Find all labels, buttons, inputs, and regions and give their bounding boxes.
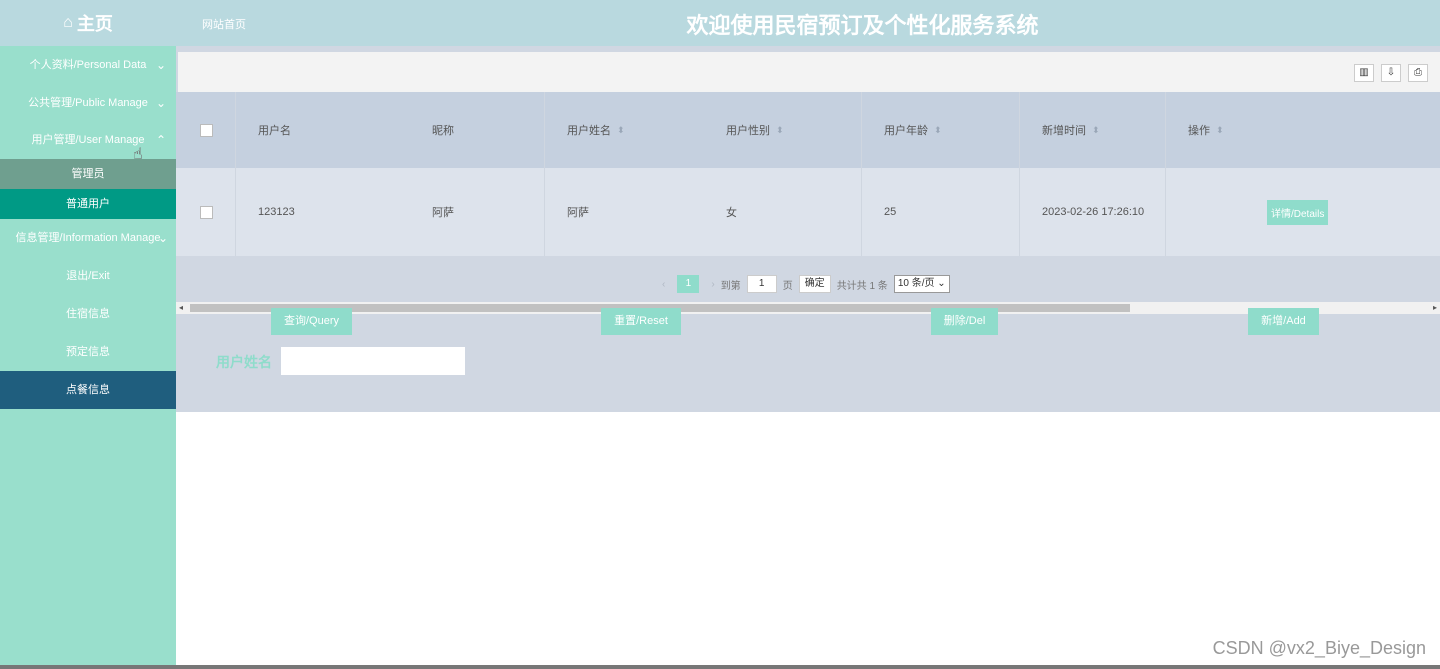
column-header-realname[interactable]: 用户姓名 ⬍ (567, 92, 625, 168)
column-divider (544, 92, 545, 256)
column-header-gender[interactable]: 用户性别 ⬍ (726, 92, 784, 168)
column-divider (1165, 92, 1166, 256)
search-input-realname[interactable] (281, 347, 465, 375)
page-size-select[interactable]: 10 条/页 ⌄ (893, 275, 950, 293)
chevron-down-icon: ⌄ (155, 96, 166, 110)
column-header-actions[interactable]: 操作 ⬍ (1188, 92, 1224, 168)
sidebar: 个人资料/Personal Data ⌄ 公共管理/Public Manage … (0, 46, 176, 669)
chevron-up-icon: ⌃ (155, 133, 166, 147)
table-header: 用户名 昵称 用户姓名 ⬍ 用户性别 ⬍ 用户年龄 ⬍ 新增时间 ⬍ 操作 ⬍ (176, 92, 1440, 168)
add-button[interactable]: 新增/Add (1248, 308, 1319, 335)
cell-username: 123123 (258, 206, 295, 218)
cell-actions: 详情/Details (1267, 168, 1329, 256)
sidebar-item-label: 个人资料/Personal Data (29, 59, 147, 71)
delete-button[interactable]: 删除/Del (931, 308, 998, 335)
app-title: 欢迎使用民宿预订及个性化服务系统 (686, 13, 1039, 38)
column-label: 用户姓名 (567, 125, 611, 137)
row-checkbox[interactable] (200, 205, 213, 219)
data-table: 用户名 昵称 用户姓名 ⬍ 用户性别 ⬍ 用户年龄 ⬍ 新增时间 ⬍ 操作 ⬍ … (176, 92, 1440, 314)
sidebar-item-lodging-info[interactable]: 住宿信息 (0, 295, 176, 333)
sidebar-subitem-admin[interactable]: 管理员 (0, 159, 176, 189)
column-header-created[interactable]: 新增时间 ⬍ (1042, 92, 1100, 168)
query-button[interactable]: 查询/Query (271, 308, 352, 335)
sidebar-item-public-manage[interactable]: 公共管理/Public Manage ⌄ (0, 84, 176, 122)
sidebar-item-user-manage[interactable]: 用户管理/User Manage ⌃ (0, 122, 176, 159)
cell-nickname: 阿萨 (432, 207, 454, 219)
column-divider (861, 92, 862, 256)
select-all-checkbox[interactable] (200, 123, 213, 137)
table-toolbar: ▥ ⇩ ⎙ (178, 52, 1440, 92)
sort-icon[interactable]: ⬍ (1092, 125, 1100, 136)
details-button[interactable]: 详情/Details (1267, 199, 1329, 225)
sidebar-item-label: 用户管理/User Manage (31, 134, 145, 146)
sort-icon[interactable]: ⬍ (934, 125, 942, 136)
sidebar-item-booking-info[interactable]: 预定信息 (0, 333, 176, 371)
prev-page-icon[interactable]: ‹ (662, 279, 665, 290)
page-size-value: 10 条/页 (897, 278, 935, 289)
column-header-nickname: 昵称 (432, 92, 454, 168)
row-checkbox-cell (200, 168, 213, 256)
print-icon[interactable]: ⎙ (1408, 64, 1428, 82)
hand-cursor-icon: ☝ (133, 146, 143, 163)
goto-suffix: 页 (782, 280, 793, 292)
sort-icon[interactable]: ⬍ (776, 125, 784, 136)
column-label: 用户年龄 (884, 125, 928, 137)
pagination: ‹ 1 › 到第 1 页 确定 共计共 1 条 10 条/页 ⌄ (656, 274, 950, 294)
column-label: 用户名 (258, 125, 291, 137)
export-icon[interactable]: ⇩ (1381, 64, 1401, 82)
column-divider (1019, 92, 1020, 256)
scroll-left-icon[interactable]: ◂ (179, 302, 183, 314)
chevron-down-icon: ⌄ (155, 58, 166, 72)
column-label: 用户性别 (726, 125, 770, 137)
column-header-age[interactable]: 用户年龄 ⬍ (884, 92, 942, 168)
next-page-icon[interactable]: › (711, 279, 714, 290)
sidebar-item-label: 信息管理/Information Manage (15, 232, 161, 244)
sidebar-item-label: 公共管理/Public Manage (28, 97, 148, 109)
home-link[interactable]: ⌂ 主页 (0, 0, 176, 46)
sort-icon[interactable]: ⬍ (617, 125, 625, 136)
column-label: 操作 (1188, 125, 1210, 137)
search-label-realname: 用户姓名 (216, 354, 272, 370)
table-row: 123123 阿萨 阿萨 女 25 2023-02-26 17:26:10 详情… (176, 168, 1440, 256)
site-home-link[interactable]: 网站首页 (202, 16, 246, 32)
watermark: CSDN @vx2_Biye_Design (1212, 638, 1426, 658)
top-header: ⌂ 主页 网站首页 欢迎使用民宿预订及个性化服务系统 (0, 0, 1440, 46)
main-content: ▥ ⇩ ⎙ 用户名 昵称 用户姓名 ⬍ 用户性别 ⬍ 用户年龄 ⬍ 新增时间 ⬍… (176, 46, 1440, 412)
sidebar-item-order-info[interactable]: 点餐信息 (0, 371, 176, 409)
sidebar-item-personal-data[interactable]: 个人资料/Personal Data ⌄ (0, 46, 176, 84)
home-label: 主页 (76, 14, 113, 34)
bottom-border (0, 665, 1440, 669)
chevron-down-icon: ⌄ (937, 278, 946, 289)
goto-page-input[interactable]: 1 (746, 275, 777, 293)
chevron-down-icon: ⌄ (157, 231, 168, 245)
page-number-current[interactable]: 1 (677, 275, 700, 293)
column-label: 昵称 (432, 125, 454, 137)
sort-icon[interactable]: ⬍ (1216, 125, 1224, 136)
home-icon: ⌂ (63, 14, 73, 31)
reset-button[interactable]: 重置/Reset (601, 308, 681, 335)
column-label: 新增时间 (1042, 125, 1086, 137)
cell-age: 25 (884, 206, 897, 218)
scroll-right-icon[interactable]: ▸ (1433, 302, 1437, 314)
header-checkbox-cell (200, 92, 213, 168)
goto-prefix: 到第 (720, 280, 741, 292)
columns-icon[interactable]: ▥ (1354, 64, 1374, 82)
sidebar-item-information-manage[interactable]: 信息管理/Information Manage ⌄ (0, 219, 176, 257)
goto-confirm-button[interactable]: 确定 (798, 275, 831, 293)
total-count: 共计共 1 条 (836, 280, 888, 292)
column-header-username: 用户名 (258, 92, 291, 168)
cell-realname: 阿萨 (567, 207, 589, 219)
column-divider (235, 92, 236, 256)
sidebar-subitem-normal-user[interactable]: 普通用户 (0, 189, 176, 219)
cell-created: 2023-02-26 17:26:10 (1042, 206, 1145, 218)
cell-gender: 女 (726, 207, 737, 219)
sidebar-item-exit[interactable]: 退出/Exit (0, 257, 176, 295)
